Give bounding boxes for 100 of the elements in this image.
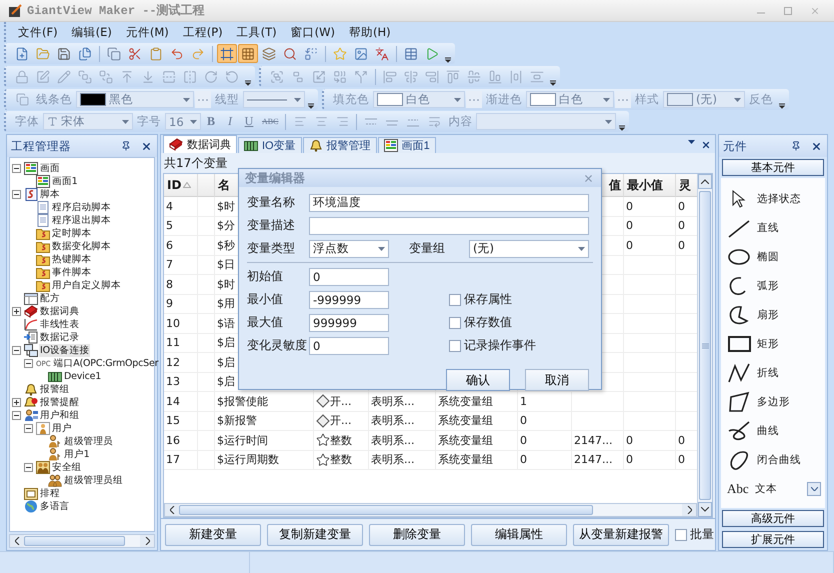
tree-item[interactable]: 报警组 xyxy=(39,383,70,396)
sensitivity-field[interactable]: 0 xyxy=(309,336,389,354)
tree-item[interactable]: 报警提醒 xyxy=(39,396,80,409)
type-text: 整数 xyxy=(330,452,352,468)
line-type-label: 线型 xyxy=(214,92,240,107)
action-button[interactable]: 删除变量 xyxy=(369,524,465,546)
component-item[interactable]: 直线 xyxy=(757,220,779,234)
tree-item[interactable]: Device1 xyxy=(63,371,102,382)
tree-item[interactable]: 事件脚本 xyxy=(51,266,92,279)
confirm-button[interactable]: 确认 xyxy=(446,369,510,391)
type-text: 开... xyxy=(330,413,352,428)
tree-item[interactable]: 超级管理员组 xyxy=(63,474,124,487)
maximum-field[interactable]: 999999 xyxy=(309,314,389,332)
content-label: 内容 xyxy=(447,114,474,129)
tree-item[interactable]: 非线性表 xyxy=(39,318,80,331)
field-label: 变量类型 xyxy=(247,240,296,257)
component-item[interactable]: 曲线 xyxy=(757,424,779,438)
table-cell: 4 xyxy=(164,197,198,216)
group-select[interactable]: (无) xyxy=(469,240,589,258)
initial-value-field[interactable]: 0 xyxy=(309,268,389,286)
table-cell: 7 xyxy=(164,256,198,275)
tree-item[interactable]: IO设备连接 xyxy=(39,344,90,357)
menu-item[interactable]: 帮助(H) xyxy=(347,24,393,40)
table-cell: 0 xyxy=(624,216,676,236)
table-cell: 1 xyxy=(518,392,572,412)
tree-item[interactable]: 用户 xyxy=(51,422,73,435)
table-cell: $运行周期数 xyxy=(215,450,314,470)
component-item[interactable]: 扇形 xyxy=(757,308,779,322)
tree-item[interactable]: 用户自定义脚本 xyxy=(51,279,122,292)
category-button[interactable]: 高级元件 xyxy=(722,510,824,527)
table-cell: 10 xyxy=(164,314,198,334)
tree-item[interactable]: 排程 xyxy=(39,487,61,500)
tab[interactable]: 报警管理 xyxy=(302,137,377,153)
table-cell: 11 xyxy=(164,334,198,353)
minimum-field[interactable]: -999999 xyxy=(309,290,389,308)
tab[interactable]: 数据词典 xyxy=(163,135,237,153)
text-glyph: Abc xyxy=(727,480,750,496)
font-size-label: 字号 xyxy=(136,114,162,129)
menu-item[interactable]: 工具(T) xyxy=(234,24,279,40)
category-button[interactable]: 扩展元件 xyxy=(722,531,824,548)
tree-item[interactable]: 数据变化脚本 xyxy=(51,240,112,253)
font-label: 字体 xyxy=(14,114,40,129)
menu-item[interactable]: 工程(P) xyxy=(180,24,225,40)
tree-item[interactable]: 脚本 xyxy=(39,188,61,201)
component-item[interactable]: 选择状态 xyxy=(757,192,801,206)
menu-item[interactable]: 元件(M) xyxy=(124,24,171,40)
action-button[interactable]: 从变量新建报警 xyxy=(573,524,669,546)
panel-title: 元件 xyxy=(723,138,748,154)
column-header[interactable]: 最小值 xyxy=(624,174,676,197)
field-label: 变量组 xyxy=(408,240,446,257)
table-cell: 0 xyxy=(624,431,676,450)
name-field[interactable]: 环境温度 xyxy=(309,194,589,212)
column-header[interactable]: 灵 xyxy=(676,174,697,197)
line-color-label: 线条色 xyxy=(35,92,73,107)
action-button[interactable]: 新建变量 xyxy=(165,524,261,546)
cancel-button[interactable]: 取消 xyxy=(525,369,589,391)
tree-item[interactable]: 用户1 xyxy=(63,448,90,461)
component-item[interactable]: 闭合曲线 xyxy=(757,452,801,466)
field-label: 变量描述 xyxy=(247,217,296,234)
tree-item[interactable]: 端口A(OPC:GrmOpcSer xyxy=(52,357,160,370)
tree-item[interactable]: 配方 xyxy=(39,292,61,305)
tree-item[interactable]: 用户和组 xyxy=(39,409,80,422)
action-button[interactable]: 复制新建变量 xyxy=(267,524,363,546)
component-item[interactable]: 折线 xyxy=(757,366,779,380)
table-cell: 0 xyxy=(624,197,676,216)
type-select[interactable]: 浮点数 xyxy=(309,240,389,258)
table-cell: 系统变量组 xyxy=(436,450,518,470)
panel-title: 工程管理器 xyxy=(11,138,72,154)
checkbox-label: 记录操作事件 xyxy=(464,337,536,354)
table-cell: 0 xyxy=(518,431,572,450)
action-button[interactable]: 编辑属性 xyxy=(471,524,567,546)
tab[interactable]: 画面1 xyxy=(378,137,436,153)
menu-item[interactable]: 窗口(W) xyxy=(288,24,338,40)
component-item[interactable]: 弧形 xyxy=(757,278,779,292)
menu-item[interactable]: 文件(F) xyxy=(16,24,60,40)
component-item[interactable]: 矩形 xyxy=(757,336,779,350)
tree-item[interactable]: 安全组 xyxy=(51,461,82,474)
table-cell: 表明系... xyxy=(369,392,436,412)
tree-item[interactable]: 热键脚本 xyxy=(51,253,92,266)
tree-item[interactable]: 数据记录 xyxy=(39,331,80,344)
component-item[interactable]: 椭圆 xyxy=(757,250,779,264)
tree-item[interactable]: 定时脚本 xyxy=(51,227,92,240)
tree-item[interactable]: 数据词典 xyxy=(39,305,80,318)
tab[interactable]: IO变量 xyxy=(238,137,302,153)
table-cell: $新报警 xyxy=(215,412,314,431)
table-cell: 系统变量组 xyxy=(436,412,518,431)
table-cell: 8 xyxy=(164,275,198,294)
tree-item[interactable]: 程序启动脚本 xyxy=(51,201,112,214)
tree-item[interactable]: 程序退出脚本 xyxy=(51,214,112,227)
table-cell: 14 xyxy=(164,392,198,412)
table-cell: 0 xyxy=(518,412,572,431)
tree-item[interactable]: 超级管理员 xyxy=(63,435,114,448)
category-button[interactable]: 基本元件 xyxy=(722,159,824,176)
component-item[interactable]: 多边形 xyxy=(757,394,790,408)
tree-item[interactable]: 多语言 xyxy=(39,500,70,513)
component-item[interactable]: 文本 xyxy=(755,482,777,496)
tree-item[interactable]: 画面1 xyxy=(51,175,78,188)
tree-item[interactable]: 画面 xyxy=(39,162,61,175)
column-header[interactable]: ID xyxy=(164,174,198,197)
menu-item[interactable]: 编辑(E) xyxy=(70,24,114,40)
